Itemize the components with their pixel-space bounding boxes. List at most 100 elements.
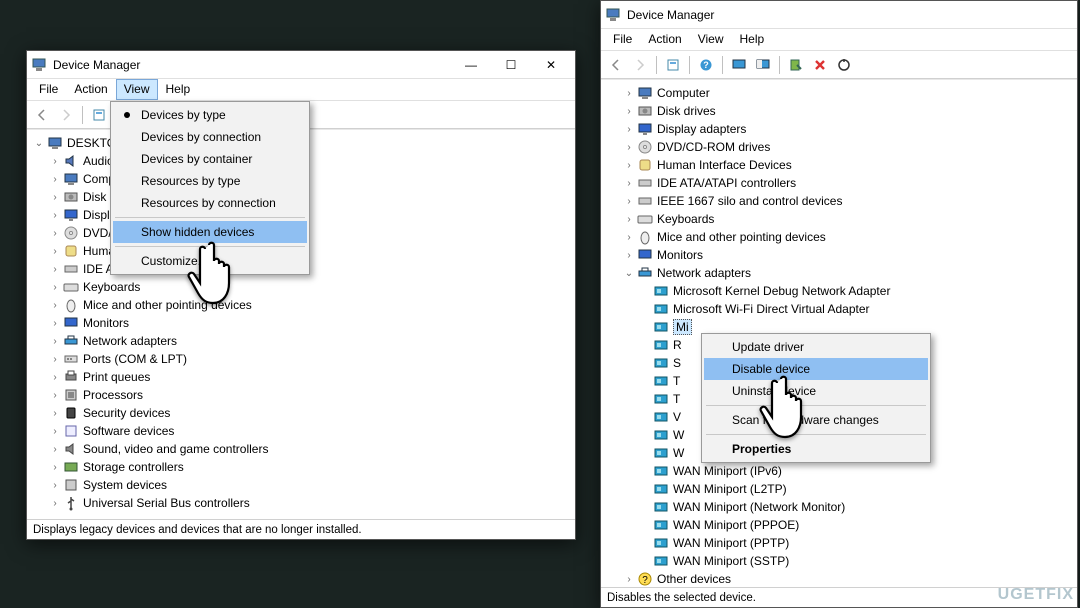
computer-icon bbox=[637, 85, 653, 101]
hid-icon bbox=[637, 157, 653, 173]
tree-item[interactable]: ›Universal Serial Bus controllers bbox=[29, 494, 573, 512]
nic-icon bbox=[653, 355, 669, 371]
tree-item[interactable]: ›Display adapters bbox=[603, 120, 1075, 138]
device-context-menu[interactable]: Update driverDisable deviceUninstall dev… bbox=[701, 333, 931, 463]
menu-view[interactable]: View bbox=[116, 79, 158, 100]
tree-item[interactable]: ›Storage controllers bbox=[29, 458, 573, 476]
context-menu-item[interactable]: Properties bbox=[704, 438, 928, 460]
view-menu-item[interactable]: Devices by type bbox=[113, 104, 307, 126]
tree-item[interactable]: ›Mice and other pointing devices bbox=[29, 296, 573, 314]
tree-item[interactable]: ›Network adapters bbox=[29, 332, 573, 350]
window-title: Device Manager bbox=[627, 8, 1073, 22]
nic-icon bbox=[653, 337, 669, 353]
menu-file[interactable]: File bbox=[605, 29, 640, 50]
tree-item[interactable]: ›Monitors bbox=[29, 314, 573, 332]
context-menu-item[interactable]: Scan for hardware changes bbox=[704, 409, 928, 431]
forward-button[interactable] bbox=[629, 54, 651, 76]
nic-icon bbox=[653, 535, 669, 551]
tree-item[interactable]: WAN Miniport (Network Monitor) bbox=[603, 498, 1075, 516]
tree-item[interactable]: ›System devices bbox=[29, 476, 573, 494]
scan-hardware-button[interactable] bbox=[785, 54, 807, 76]
disk-icon bbox=[637, 103, 653, 119]
back-button[interactable] bbox=[605, 54, 627, 76]
menu-view[interactable]: View bbox=[690, 29, 732, 50]
tree-item[interactable]: ›Mice and other pointing devices bbox=[603, 228, 1075, 246]
close-button[interactable]: ✕ bbox=[531, 52, 571, 78]
tree-item[interactable]: ›Computer bbox=[603, 84, 1075, 102]
menu-action[interactable]: Action bbox=[66, 79, 115, 100]
back-button[interactable] bbox=[31, 104, 53, 126]
tree-item[interactable]: Microsoft Wi-Fi Direct Virtual Adapter bbox=[603, 300, 1075, 318]
status-text: Disables the selected device. bbox=[607, 592, 756, 604]
tree-item[interactable]: ›Human Interface Devices bbox=[603, 156, 1075, 174]
tree-item[interactable]: ⌄Network adapters bbox=[603, 264, 1075, 282]
usb-icon bbox=[63, 495, 79, 511]
ieee-icon bbox=[637, 193, 653, 209]
tree-item[interactable]: ›Monitors bbox=[603, 246, 1075, 264]
uninstall-button[interactable] bbox=[809, 54, 831, 76]
tree-item[interactable]: ›IDE ATA/ATAPI controllers bbox=[603, 174, 1075, 192]
tree-item[interactable]: WAN Miniport (PPTP) bbox=[603, 534, 1075, 552]
device-manager-window-right: Device Manager FileActionViewHelp ? ›Com… bbox=[600, 0, 1078, 608]
port-icon bbox=[63, 351, 79, 367]
display-icon bbox=[63, 207, 79, 223]
context-menu-item[interactable]: Uninstall device bbox=[704, 380, 928, 402]
disable-button[interactable] bbox=[833, 54, 855, 76]
title-bar[interactable]: Device Manager — ☐ ✕ bbox=[27, 51, 575, 79]
properties-button[interactable] bbox=[88, 104, 110, 126]
menu-action[interactable]: Action bbox=[640, 29, 689, 50]
keyboard-icon bbox=[63, 279, 79, 295]
tree-item[interactable]: ›Keyboards bbox=[603, 210, 1075, 228]
view-menu-item[interactable]: Resources by connection bbox=[113, 192, 307, 214]
status-text: Displays legacy devices and devices that… bbox=[33, 524, 362, 536]
display-icon bbox=[637, 121, 653, 137]
ide-icon bbox=[63, 261, 79, 277]
forward-button[interactable] bbox=[55, 104, 77, 126]
tree-item[interactable]: WAN Miniport (PPPOE) bbox=[603, 516, 1075, 534]
mouse-icon bbox=[637, 229, 653, 245]
tree-item[interactable]: WAN Miniport (L2TP) bbox=[603, 480, 1075, 498]
tree-item[interactable]: Microsoft Kernel Debug Network Adapter bbox=[603, 282, 1075, 300]
view-menu-item[interactable]: Customize... bbox=[113, 250, 307, 272]
view-dropdown-menu[interactable]: Devices by typeDevices by connectionDevi… bbox=[110, 101, 310, 275]
view-menu-item[interactable]: Resources by type bbox=[113, 170, 307, 192]
context-menu-item[interactable]: Disable device bbox=[704, 358, 928, 380]
tree-item[interactable]: ›Security devices bbox=[29, 404, 573, 422]
cpu-icon bbox=[63, 387, 79, 403]
tree-item[interactable]: ›Sound, video and game controllers bbox=[29, 440, 573, 458]
tree-item[interactable]: ›Keyboards bbox=[29, 278, 573, 296]
nic-icon bbox=[653, 283, 669, 299]
view-menu-item[interactable]: Show hidden devices bbox=[113, 221, 307, 243]
menu-help[interactable]: Help bbox=[158, 79, 199, 100]
properties-button[interactable] bbox=[662, 54, 684, 76]
tree-item[interactable]: WAN Miniport (IPv6) bbox=[603, 462, 1075, 480]
tree-item[interactable]: ›IEEE 1667 silo and control devices bbox=[603, 192, 1075, 210]
maximize-button[interactable]: ☐ bbox=[491, 52, 531, 78]
monitor1-button[interactable] bbox=[728, 54, 750, 76]
view-menu-item[interactable]: Devices by connection bbox=[113, 126, 307, 148]
tree-item[interactable]: ›Processors bbox=[29, 386, 573, 404]
app-icon bbox=[605, 7, 621, 23]
tree-item[interactable]: ›Software devices bbox=[29, 422, 573, 440]
menu-help[interactable]: Help bbox=[732, 29, 773, 50]
tree-item[interactable]: ›Disk drives bbox=[603, 102, 1075, 120]
help-button[interactable]: ? bbox=[695, 54, 717, 76]
audio-icon bbox=[63, 153, 79, 169]
watermark: UGETFIX bbox=[998, 586, 1074, 604]
title-bar[interactable]: Device Manager bbox=[601, 1, 1077, 29]
tree-item[interactable]: ›DVD/CD-ROM drives bbox=[603, 138, 1075, 156]
tree-item[interactable]: ›?Other devices bbox=[603, 570, 1075, 587]
tree-item[interactable]: ›Ports (COM & LPT) bbox=[29, 350, 573, 368]
app-icon bbox=[31, 57, 47, 73]
monitor-icon bbox=[63, 315, 79, 331]
minimize-button[interactable]: — bbox=[451, 52, 491, 78]
menu-file[interactable]: File bbox=[31, 79, 66, 100]
view-menu-item[interactable]: Devices by container bbox=[113, 148, 307, 170]
context-menu-item[interactable]: Update driver bbox=[704, 336, 928, 358]
mouse-icon bbox=[63, 297, 79, 313]
monitor2-button[interactable] bbox=[752, 54, 774, 76]
tree-item[interactable]: ›Print queues bbox=[29, 368, 573, 386]
menu-bar: FileActionViewHelp bbox=[601, 29, 1077, 51]
tree-item[interactable]: WAN Miniport (SSTP) bbox=[603, 552, 1075, 570]
svg-text:?: ? bbox=[642, 575, 648, 586]
